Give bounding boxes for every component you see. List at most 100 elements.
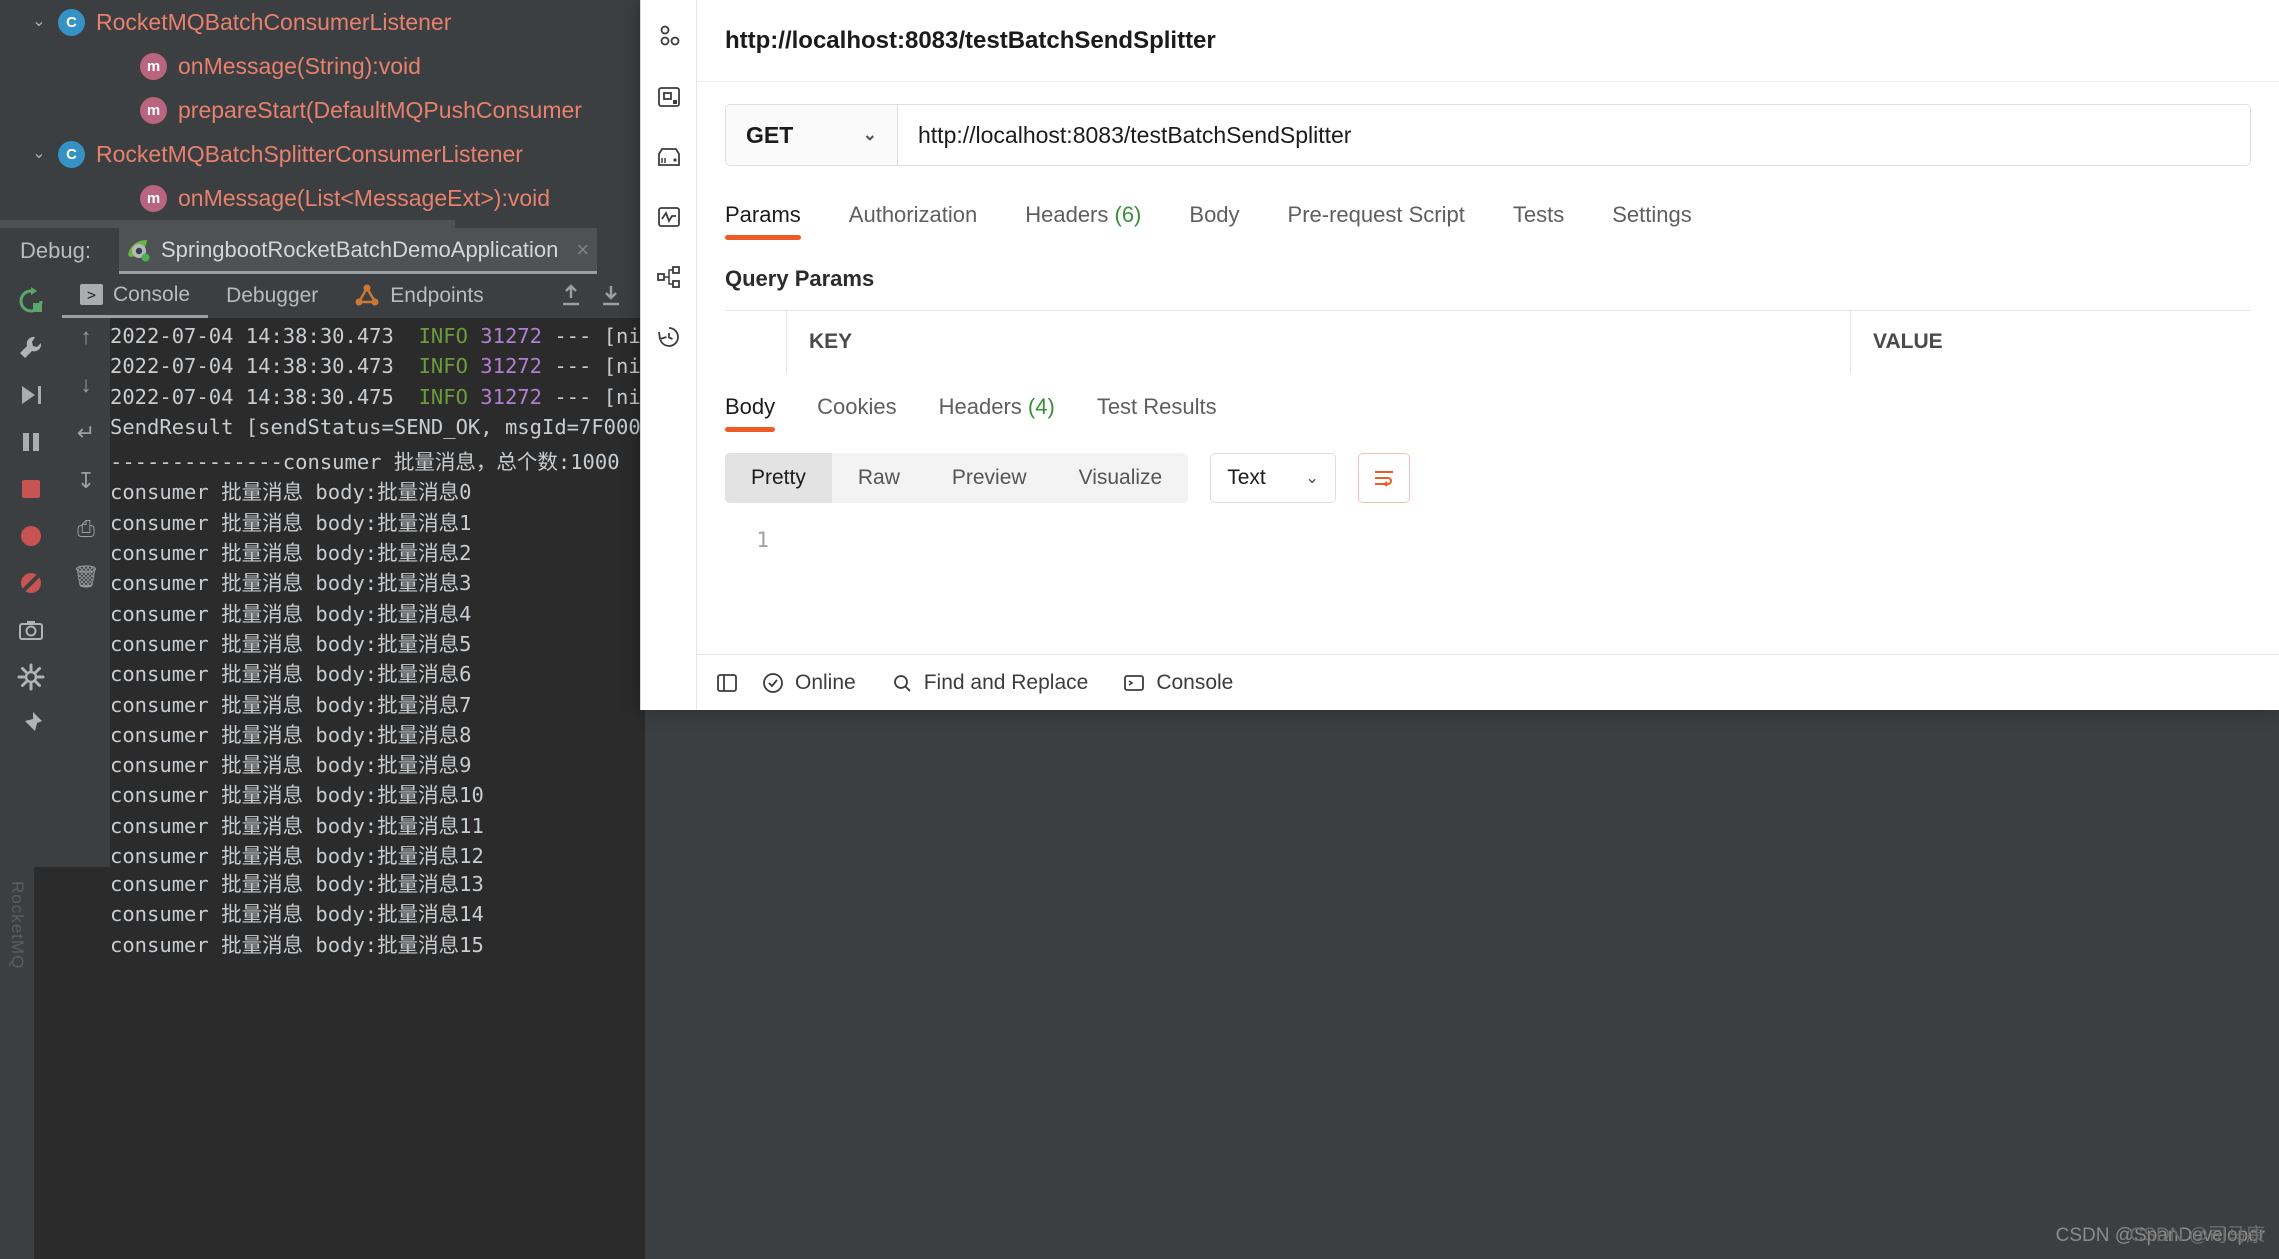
- console-line: consumer 批量消息 body:批量消息5: [110, 627, 645, 657]
- structure-item-label: prepareStart(DefaultMQPushConsumer: [178, 97, 582, 124]
- step-over-icon[interactable]: [598, 283, 624, 309]
- chevron-down-icon: ⌄: [1305, 468, 1319, 488]
- find-and-replace-button[interactable]: Find and Replace: [890, 671, 1089, 695]
- console-output[interactable]: 2022-07-04 14:38:30.473 INFO 31272 --- […: [110, 318, 645, 867]
- console-line: consumer 批量消息 body:批量消息7: [110, 688, 645, 718]
- console-line: consumer 批量消息 body:批量消息2: [110, 536, 645, 566]
- response-body-viewer[interactable]: 1: [697, 510, 2279, 654]
- rerun-icon[interactable]: [14, 284, 48, 318]
- console-line: --------------consumer 批量消息，总个数:1000: [110, 445, 645, 475]
- method-badge-icon: m: [140, 53, 167, 80]
- url-input[interactable]: http://localhost:8083/testBatchSendSplit…: [898, 105, 2250, 165]
- sidebar-toggle-icon: [715, 671, 739, 695]
- tab-endpoints[interactable]: Endpoints: [336, 274, 501, 318]
- view-mode-preview[interactable]: Preview: [926, 453, 1053, 503]
- http-method-select[interactable]: GET ⌄: [726, 105, 898, 165]
- spring-leaf-icon: [125, 237, 151, 263]
- postman-left-rail: [641, 0, 697, 710]
- clear-all-icon[interactable]: 🗑: [71, 562, 101, 592]
- settings-gear-icon[interactable]: [14, 660, 48, 694]
- tab-debugger[interactable]: Debugger: [208, 274, 336, 318]
- structure-tree-item[interactable]: m onMessage(List<MessageExt>):void: [0, 176, 645, 220]
- tab-label: Endpoints: [390, 284, 483, 308]
- tab-authorization[interactable]: Authorization: [849, 202, 977, 240]
- flows-icon[interactable]: [654, 262, 684, 292]
- view-mode-raw[interactable]: Raw: [832, 453, 926, 503]
- tab-response-body[interactable]: Body: [725, 394, 775, 432]
- view-breakpoints-icon[interactable]: [14, 519, 48, 553]
- environments-icon[interactable]: [654, 142, 684, 172]
- query-params-table-header: KEY VALUE: [725, 310, 2251, 372]
- tab-settings[interactable]: Settings: [1612, 202, 1692, 240]
- tab-label: Test Results: [1097, 394, 1217, 419]
- log-sep: ---: [554, 354, 591, 378]
- view-mode-pretty[interactable]: Pretty: [725, 453, 832, 503]
- log-timestamp: 2022-07-04 14:38:30.473: [110, 324, 394, 348]
- tab-test-results[interactable]: Test Results: [1097, 394, 1217, 432]
- structure-tree-item[interactable]: m prepareStart(DefaultMQPushConsumer: [0, 88, 645, 132]
- online-check-icon: [761, 671, 785, 695]
- stop-icon[interactable]: [14, 472, 48, 506]
- tab-label: Pre-request Script: [1288, 202, 1465, 227]
- word-wrap-icon[interactable]: [1358, 453, 1410, 503]
- pause-program-icon[interactable]: [14, 425, 48, 459]
- select-all-checkbox-cell[interactable]: [725, 311, 787, 372]
- view-mode-visualize[interactable]: Visualize: [1053, 453, 1189, 503]
- debug-label: Debug:: [20, 238, 91, 264]
- mute-breakpoints-icon[interactable]: [14, 566, 48, 600]
- scroll-down-icon[interactable]: ↓: [71, 370, 101, 400]
- monitors-icon[interactable]: [654, 202, 684, 232]
- tab-label: Params: [725, 202, 801, 227]
- console-line: consumer 批量消息 body:批量消息0: [110, 475, 645, 505]
- console-icon: >: [80, 284, 103, 305]
- log-thread: [nio-8083: [604, 354, 645, 378]
- tab-response-cookies[interactable]: Cookies: [817, 394, 896, 432]
- tab-body[interactable]: Body: [1189, 202, 1239, 240]
- console-line: SendResult [sendStatus=SEND_OK, msgId=7F…: [110, 415, 645, 445]
- chevron-down-icon[interactable]: ⌄: [26, 14, 52, 30]
- collections-icon[interactable]: [654, 22, 684, 52]
- tab-pre-request-script[interactable]: Pre-request Script: [1288, 202, 1465, 240]
- response-section: Body Cookies Headers (4) Test Results Pr…: [697, 378, 2279, 654]
- response-body-line: 1: [725, 528, 2251, 552]
- console-button[interactable]: Console: [1122, 671, 1233, 695]
- scroll-to-end-icon[interactable]: ↧: [71, 466, 101, 496]
- tab-params[interactable]: Params: [725, 202, 801, 240]
- pin-icon[interactable]: [14, 707, 48, 741]
- tab-console[interactable]: > Console: [62, 274, 208, 318]
- online-status[interactable]: Online: [761, 671, 856, 695]
- run-config-name: SpringbootRocketBatchDemoApplication: [161, 237, 558, 263]
- print-icon[interactable]: ⎙: [71, 514, 101, 544]
- settings-wrench-icon[interactable]: [14, 331, 48, 365]
- tab-label: Headers: [1025, 202, 1108, 227]
- console-line: consumer 批量消息 body:批量消息4: [110, 597, 645, 627]
- tab-headers[interactable]: Headers (6): [1025, 202, 1141, 240]
- sidebar-toggle-button[interactable]: [715, 671, 739, 695]
- method-badge-icon: m: [140, 97, 167, 124]
- postman-main-panel: http://localhost:8083/testBatchSendSplit…: [697, 0, 2279, 710]
- close-icon[interactable]: ×: [576, 237, 589, 263]
- chevron-down-icon[interactable]: ⌄: [26, 146, 52, 162]
- console-line: consumer 批量消息 body:批量消息13: [34, 867, 645, 897]
- console-line: [34, 958, 645, 988]
- structure-tree-item[interactable]: ⌄ C RocketMQBatchConsumerListener: [0, 0, 645, 44]
- structure-tree-item[interactable]: m prepareStart(DefaultMQPushConsumer: [0, 220, 455, 228]
- soft-wrap-icon[interactable]: ↵: [71, 418, 101, 448]
- response-format-select[interactable]: Text ⌄: [1210, 453, 1336, 503]
- chevron-down-icon: ⌄: [863, 125, 877, 145]
- structure-tree-item[interactable]: ⌄ C RocketMQBatchSplitterConsumerListene…: [0, 132, 645, 176]
- resume-program-icon[interactable]: [14, 378, 48, 412]
- step-out-icon[interactable]: [558, 283, 584, 309]
- structure-tree-item[interactable]: m onMessage(String):void: [0, 44, 645, 88]
- debug-run-config-tab[interactable]: SpringbootRocketBatchDemoApplication ×: [119, 228, 597, 274]
- log-pid: 31272: [480, 354, 542, 378]
- log-level: INFO: [419, 385, 468, 409]
- tab-tests[interactable]: Tests: [1513, 202, 1564, 240]
- console-output-continued[interactable]: consumer 批量消息 body:批量消息13 consumer 批量消息 …: [34, 867, 645, 1259]
- apis-icon[interactable]: [654, 82, 684, 112]
- scroll-up-icon[interactable]: ↑: [71, 322, 101, 352]
- history-icon[interactable]: [654, 322, 684, 352]
- screenshot-icon[interactable]: [14, 613, 48, 647]
- tab-response-headers[interactable]: Headers (4): [939, 394, 1055, 432]
- log-sep: ---: [554, 385, 591, 409]
